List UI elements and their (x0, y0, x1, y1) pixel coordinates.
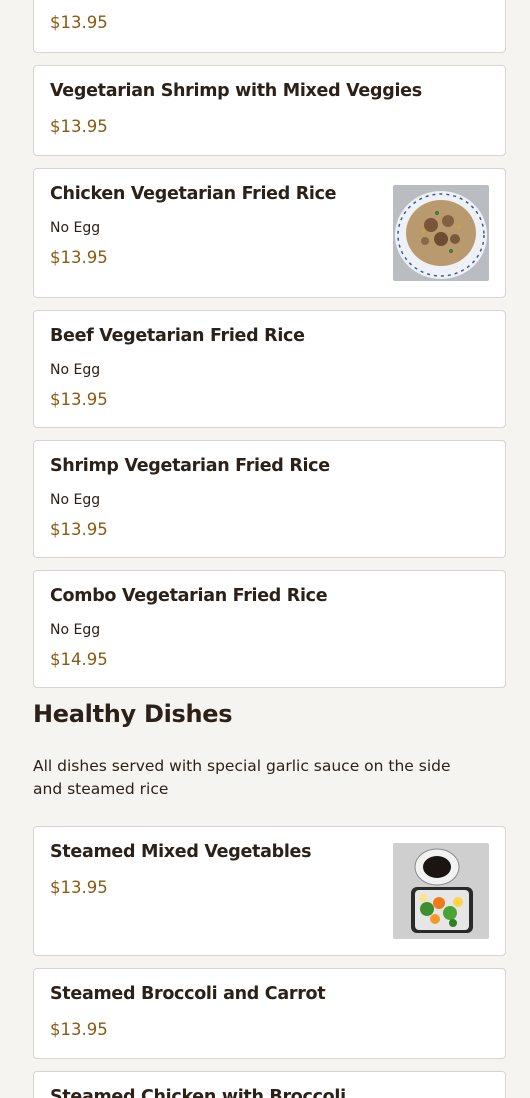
menu-item-price: $13.95 (50, 13, 108, 32)
menu-item-price: $13.95 (50, 520, 108, 539)
menu-item-card[interactable]: Steamed Mixed Vegetables $13.95 (33, 826, 506, 956)
menu-item-card[interactable]: Combo Vegetarian Fried Rice No Egg $14.9… (33, 570, 506, 688)
menu-item-card[interactable]: Steamed Broccoli and Carrot $13.95 (33, 968, 506, 1059)
steamed-vegetables-photo[interactable] (393, 843, 489, 939)
menu-item-price: $14.95 (50, 650, 108, 669)
menu-item-card[interactable]: Steamed Chicken with Broccoli (33, 1071, 506, 1098)
menu-item-name: Combo Vegetarian Fried Rice (50, 586, 328, 606)
menu-item-price: $13.95 (50, 248, 108, 267)
menu-item-price: $13.95 (50, 117, 108, 136)
menu-item-card[interactable]: Vegetarian Shrimp with Mixed Veggies $13… (33, 65, 506, 156)
menu-item-name: Steamed Chicken with Broccoli (50, 1087, 346, 1098)
section-title: Healthy Dishes (33, 700, 233, 728)
menu-item-card[interactable]: Shrimp Vegetarian Fried Rice No Egg $13.… (33, 440, 506, 558)
menu-item-price: $13.95 (50, 1020, 108, 1039)
menu-item-name: Shrimp Vegetarian Fried Rice (50, 456, 330, 476)
menu-item-card[interactable]: Beef Vegetarian Fried Rice No Egg $13.95 (33, 310, 506, 428)
menu-item-card[interactable]: Chicken Vegetarian Fried Rice No Egg $13… (33, 168, 506, 298)
menu-item-note: No Egg (50, 622, 101, 638)
section-description: All dishes served with special garlic sa… (33, 757, 451, 798)
menu-item-name: Beef Vegetarian Fried Rice (50, 326, 305, 346)
menu-item-note: No Egg (50, 492, 101, 508)
menu-item-note: No Egg (50, 220, 101, 236)
menu-item-name: Vegetarian Shrimp with Mixed Veggies (50, 81, 422, 101)
menu-item-note: No Egg (50, 362, 101, 378)
menu-item-price: $13.95 (50, 390, 108, 409)
menu-item-name: Steamed Mixed Vegetables (50, 842, 312, 862)
menu-item-name: Steamed Broccoli and Carrot (50, 984, 326, 1004)
menu-item-name: Chicken Vegetarian Fried Rice (50, 184, 337, 204)
menu-item-card[interactable]: $13.95 (33, 0, 506, 53)
fried-rice-photo[interactable] (393, 185, 489, 281)
menu-item-price: $13.95 (50, 878, 108, 897)
